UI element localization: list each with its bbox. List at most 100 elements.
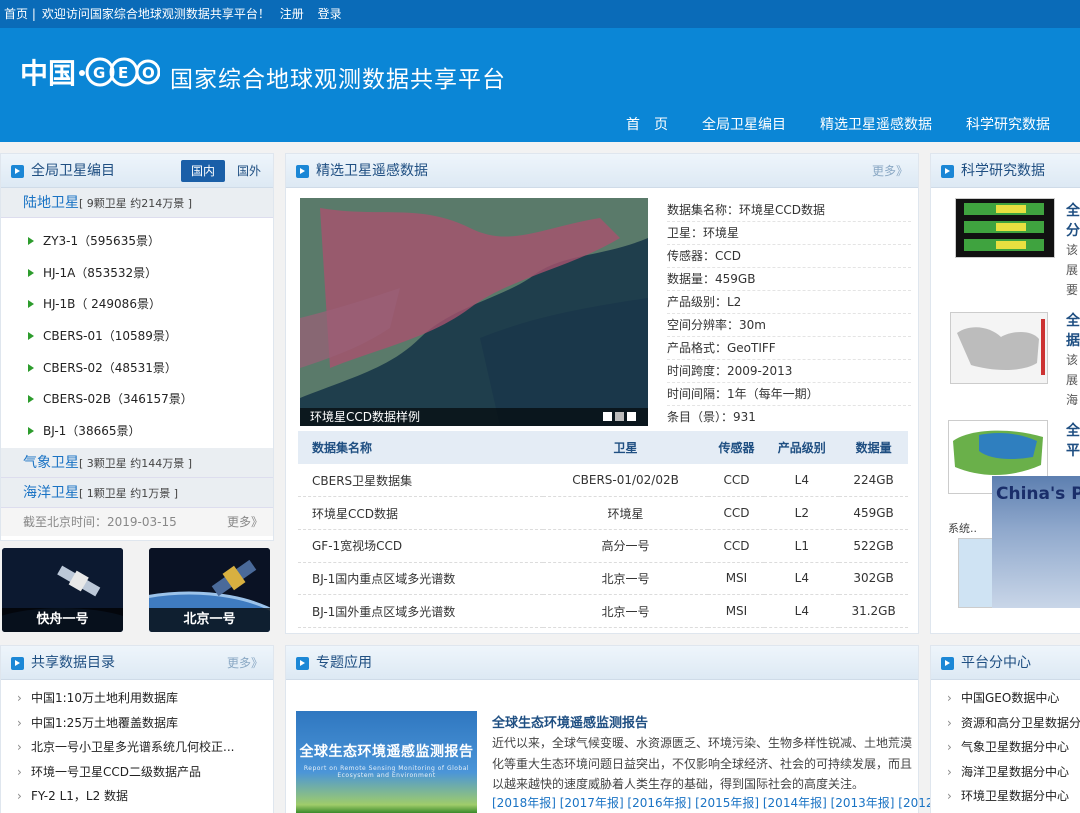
home-link[interactable]: 首页 (4, 7, 28, 21)
list-item[interactable]: 中国1:25万土地覆盖数据库 (1, 711, 273, 736)
tab-domestic[interactable]: 国内 (180, 160, 225, 182)
list-item[interactable]: 中国GEO数据中心 (931, 686, 1080, 711)
share-title: 共享数据目录 (31, 655, 115, 671)
cell-dataset-name[interactable]: CBERS卫星数据集 (298, 464, 543, 498)
research-title-1b[interactable]: 分 (1066, 220, 1080, 240)
report-title[interactable]: 全球生态环境遥感监测报告 (492, 712, 648, 731)
category-meteo[interactable]: 气象卫星[ 3颗卫星 约144万景 ] (1, 447, 273, 478)
satellite-item[interactable]: CBERS-01（10589景） (1, 321, 273, 353)
report-year-links[interactable]: [2018年报] [2017年报] [2016年报] [2015年报] [201… (492, 794, 934, 811)
play-icon (941, 657, 954, 670)
remote-sensing-image (300, 198, 648, 426)
research-desc: 该 (1066, 243, 1079, 257)
satellite-item[interactable]: HJ-1B（ 249086景） (1, 289, 273, 321)
satellite-item[interactable]: BJ-1（38665景） (1, 416, 273, 448)
geo-logo-icon: 中国 G E O (20, 57, 160, 89)
cell: CCD (708, 496, 765, 530)
meta-row: 时间间隔：1年（每年一期） (667, 383, 911, 406)
svg-text:O: O (142, 64, 155, 82)
research-thumbnail[interactable] (955, 198, 1055, 258)
research-thumbnail[interactable] (950, 312, 1048, 384)
category-land-name[interactable]: 陆地卫星 (23, 195, 79, 211)
list-item[interactable]: 气象卫星数据分中心 (931, 735, 1080, 760)
register-link[interactable]: 注册 (280, 7, 304, 21)
carousel-dot[interactable] (603, 412, 612, 421)
meta-row: 卫星：环境星 (667, 222, 911, 245)
topic-header: 专题应用 (286, 646, 918, 680)
list-item[interactable]: 资源和高分卫星数据分 (931, 711, 1080, 736)
nav-home[interactable]: 首 页 (626, 114, 668, 134)
nav-featured-data[interactable]: 精选卫星遥感数据 (820, 114, 932, 134)
cell-dataset-name[interactable]: GF-1宽视场CCD (298, 529, 543, 563)
meta-row: 产品格式：GeoTIFF (667, 337, 911, 360)
map-thumbnail (956, 199, 1054, 257)
cell-dataset-name[interactable]: 环境星CCD数据 (298, 496, 543, 530)
category-meteo-name[interactable]: 气象卫星 (23, 455, 79, 471)
cell: 环境星 (542, 496, 709, 530)
cell: CBERS-01/02/02B (542, 464, 709, 498)
category-meteo-info: [ 3颗卫星 约144万景 ] (79, 456, 193, 470)
list-item[interactable]: 中国1:10万土地利用数据库 (1, 686, 273, 711)
play-icon (11, 657, 24, 670)
play-icon (941, 165, 954, 178)
research-title-1[interactable]: 全 (1066, 200, 1080, 220)
category-ocean[interactable]: 海洋卫星[ 1颗卫星 约1万景 ] (1, 477, 273, 508)
list-item[interactable]: 环境一号卫星CCD二级数据产品 (1, 760, 273, 785)
list-item[interactable]: 环境卫星数据分中心 (931, 784, 1080, 809)
column-header: 数据集名称 (298, 431, 543, 464)
main-nav: 首 页 全局卫星编目 精选卫星遥感数据 科学研究数据 (592, 114, 1050, 134)
play-icon (11, 165, 24, 178)
satellite-item[interactable]: CBERS-02（48531景） (1, 353, 273, 385)
satellite-item[interactable]: HJ-1A（853532景） (1, 258, 273, 290)
cell-dataset-name[interactable]: BJ-1国外重点区域多光谱数 (298, 594, 543, 628)
list-item[interactable]: 北京一号小卫星多光谱系统几何校正... (1, 735, 273, 760)
research-desc: 该 (1066, 353, 1079, 367)
category-ocean-name[interactable]: 海洋卫星 (23, 485, 79, 501)
cell: MSI (708, 562, 765, 596)
catalog-date-text: 截至北京时间：2019-03-15 (23, 514, 177, 529)
top-bar: 首页 | 欢迎访问国家综合地球观测数据共享平台！ 注册 登录 (0, 0, 1080, 28)
subcenter-title: 平台分中心 (961, 655, 1031, 671)
featured-title: 精选卫星遥感数据 (316, 163, 428, 179)
satellite-image-beijing[interactable]: 北京一号 (149, 548, 270, 632)
research-desc: 要 (1066, 283, 1079, 297)
shared-catalog-panel: 共享数据目录 更多》 中国1:10万土地利用数据库 中国1:25万土地覆盖数据库… (0, 645, 274, 813)
carousel-dot[interactable] (627, 412, 636, 421)
site-logo[interactable]: 中国 G E O (20, 52, 160, 92)
research-title-3b[interactable]: 平 (1066, 440, 1080, 460)
satellite-item[interactable]: CBERS-02B（346157景） (1, 384, 273, 416)
table-row[interactable]: BJ-1国内重点区域多光谱数 北京一号 MSI L4 302GB (298, 562, 908, 596)
featured-more-link[interactable]: 更多》 (872, 154, 908, 188)
featured-image[interactable]: 环境星CCD数据样例 (300, 198, 648, 426)
satellite-image-kuaizhou[interactable]: 快舟一号 (2, 548, 123, 632)
cell: L1 (764, 529, 840, 563)
tab-foreign[interactable]: 国外 (233, 160, 265, 182)
research-title-2b[interactable]: 据 (1066, 330, 1080, 350)
cell: 高分一号 (542, 529, 709, 563)
report-description: 近代以来，全球气候变暖、水资源匮乏、环境污染、生物多样性锐减、土地荒漠化等重大生… (492, 736, 913, 791)
login-link[interactable]: 登录 (318, 7, 342, 21)
research-title-3[interactable]: 全 (1066, 420, 1080, 440)
table-row[interactable]: CBERS卫星数据集 CBERS-01/02/02B CCD L4 224GB (298, 464, 908, 498)
plan-poster[interactable]: China's Plan (992, 476, 1080, 608)
category-land[interactable]: 陆地卫星[ 9颗卫星 约214万景 ] (1, 188, 273, 218)
satellite-item[interactable]: ZY3-1（595635景） (1, 226, 273, 258)
list-item[interactable]: 海洋卫星数据分中心 (931, 760, 1080, 785)
carousel-dot[interactable] (615, 412, 624, 421)
list-item[interactable]: FY-2 L1，L2 数据 (1, 784, 273, 809)
banner-title: 全球生态环境遥感监测报告 (299, 744, 474, 760)
table-row[interactable]: 环境星CCD数据 环境星 CCD L2 459GB (298, 496, 908, 530)
cell-dataset-name[interactable]: BJ-1国内重点区域多光谱数 (298, 562, 543, 596)
research-sys-text: 系统.. (948, 522, 977, 535)
catalog-more-link[interactable]: 更多》 (227, 508, 263, 536)
cell: L4 (764, 562, 840, 596)
meta-row: 传感器：CCD (667, 245, 911, 268)
research-title-2[interactable]: 全 (1066, 310, 1080, 330)
report-banner[interactable]: 全球生态环境遥感监测报告 Report on Remote Sensing Mo… (296, 711, 477, 813)
table-row[interactable]: GF-1宽视场CCD 高分一号 CCD L1 522GB (298, 529, 908, 563)
nav-satellite-catalog[interactable]: 全局卫星编目 (702, 114, 786, 134)
share-more-link[interactable]: 更多》 (227, 646, 263, 680)
table-row[interactable]: BJ-1国外重点区域多光谱数 北京一号 MSI L4 31.2GB (298, 594, 908, 628)
nav-research-data[interactable]: 科学研究数据 (966, 114, 1050, 134)
play-icon (296, 657, 309, 670)
